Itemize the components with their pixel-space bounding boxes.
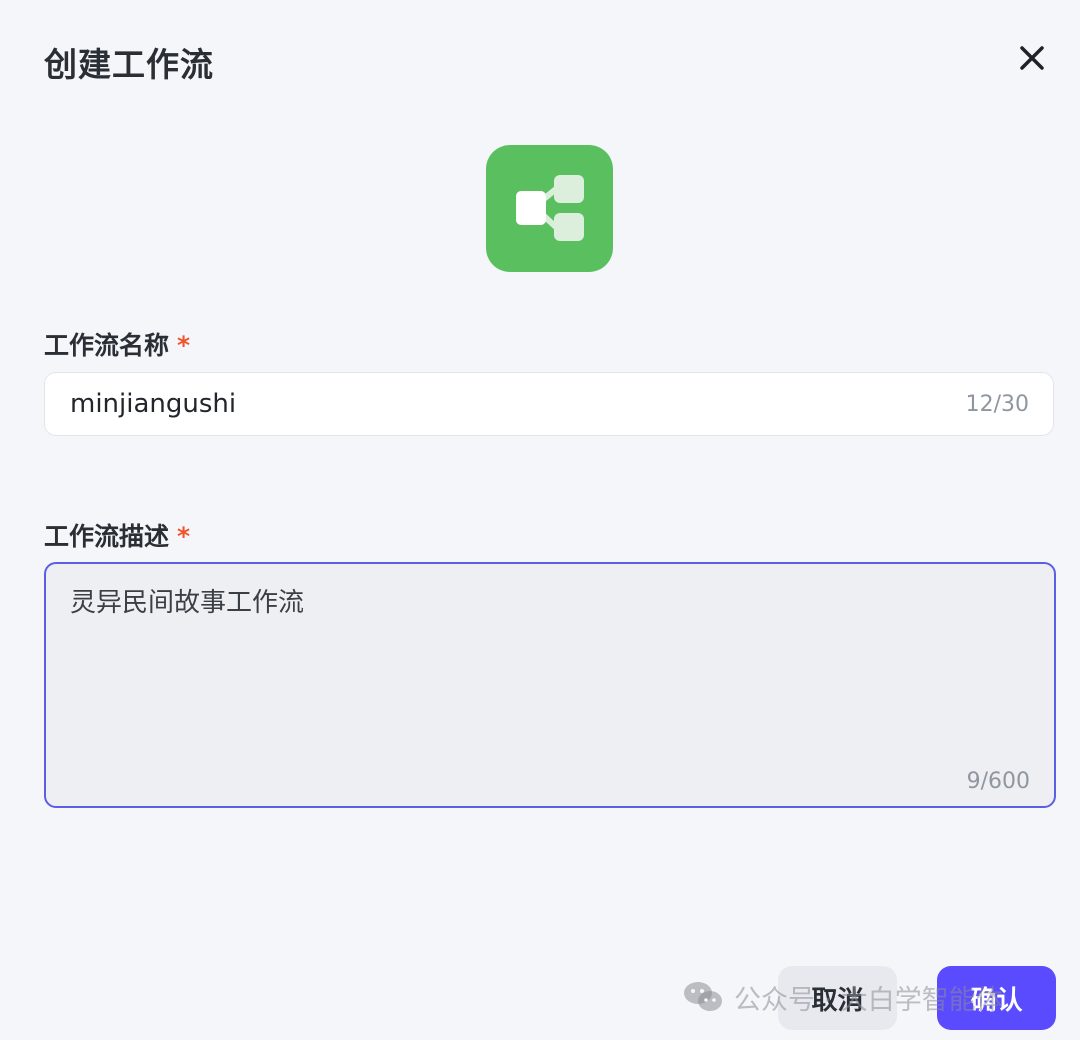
workflow-desc-label-text: 工作流描述	[44, 522, 170, 551]
workflow-desc-label: 工作流描述 *	[44, 517, 190, 553]
wechat-icon	[684, 982, 722, 1011]
workflow-name-label-text: 工作流名称	[44, 331, 170, 360]
required-mark: *	[177, 522, 191, 551]
workflow-app-icon[interactable]	[486, 145, 613, 272]
workflow-desc-value: 灵异民间故事工作流	[70, 588, 305, 618]
close-icon	[1020, 46, 1044, 70]
workflow-name-value: minjiangushi	[70, 389, 237, 419]
close-button[interactable]	[1012, 38, 1052, 78]
dialog-title: 创建工作流	[44, 45, 214, 84]
workflow-name-counter: 12/30	[965, 392, 1029, 417]
create-workflow-dialog: 创建工作流 工作流名称 * minjiangushi 12/30 工作流描述 * 灵…	[0, 0, 1080, 1040]
workflow-desc-counter: 9/600	[966, 769, 1030, 794]
workflow-name-input[interactable]: minjiangushi 12/30	[44, 372, 1054, 436]
workflow-icon	[516, 175, 584, 241]
workflow-name-label: 工作流名称 *	[44, 326, 190, 362]
confirm-button[interactable]: 确认	[937, 966, 1056, 1030]
required-mark: *	[177, 331, 191, 360]
workflow-desc-textarea[interactable]: 灵异民间故事工作流 9/600	[44, 562, 1056, 808]
cancel-button[interactable]: 取消	[778, 966, 897, 1030]
